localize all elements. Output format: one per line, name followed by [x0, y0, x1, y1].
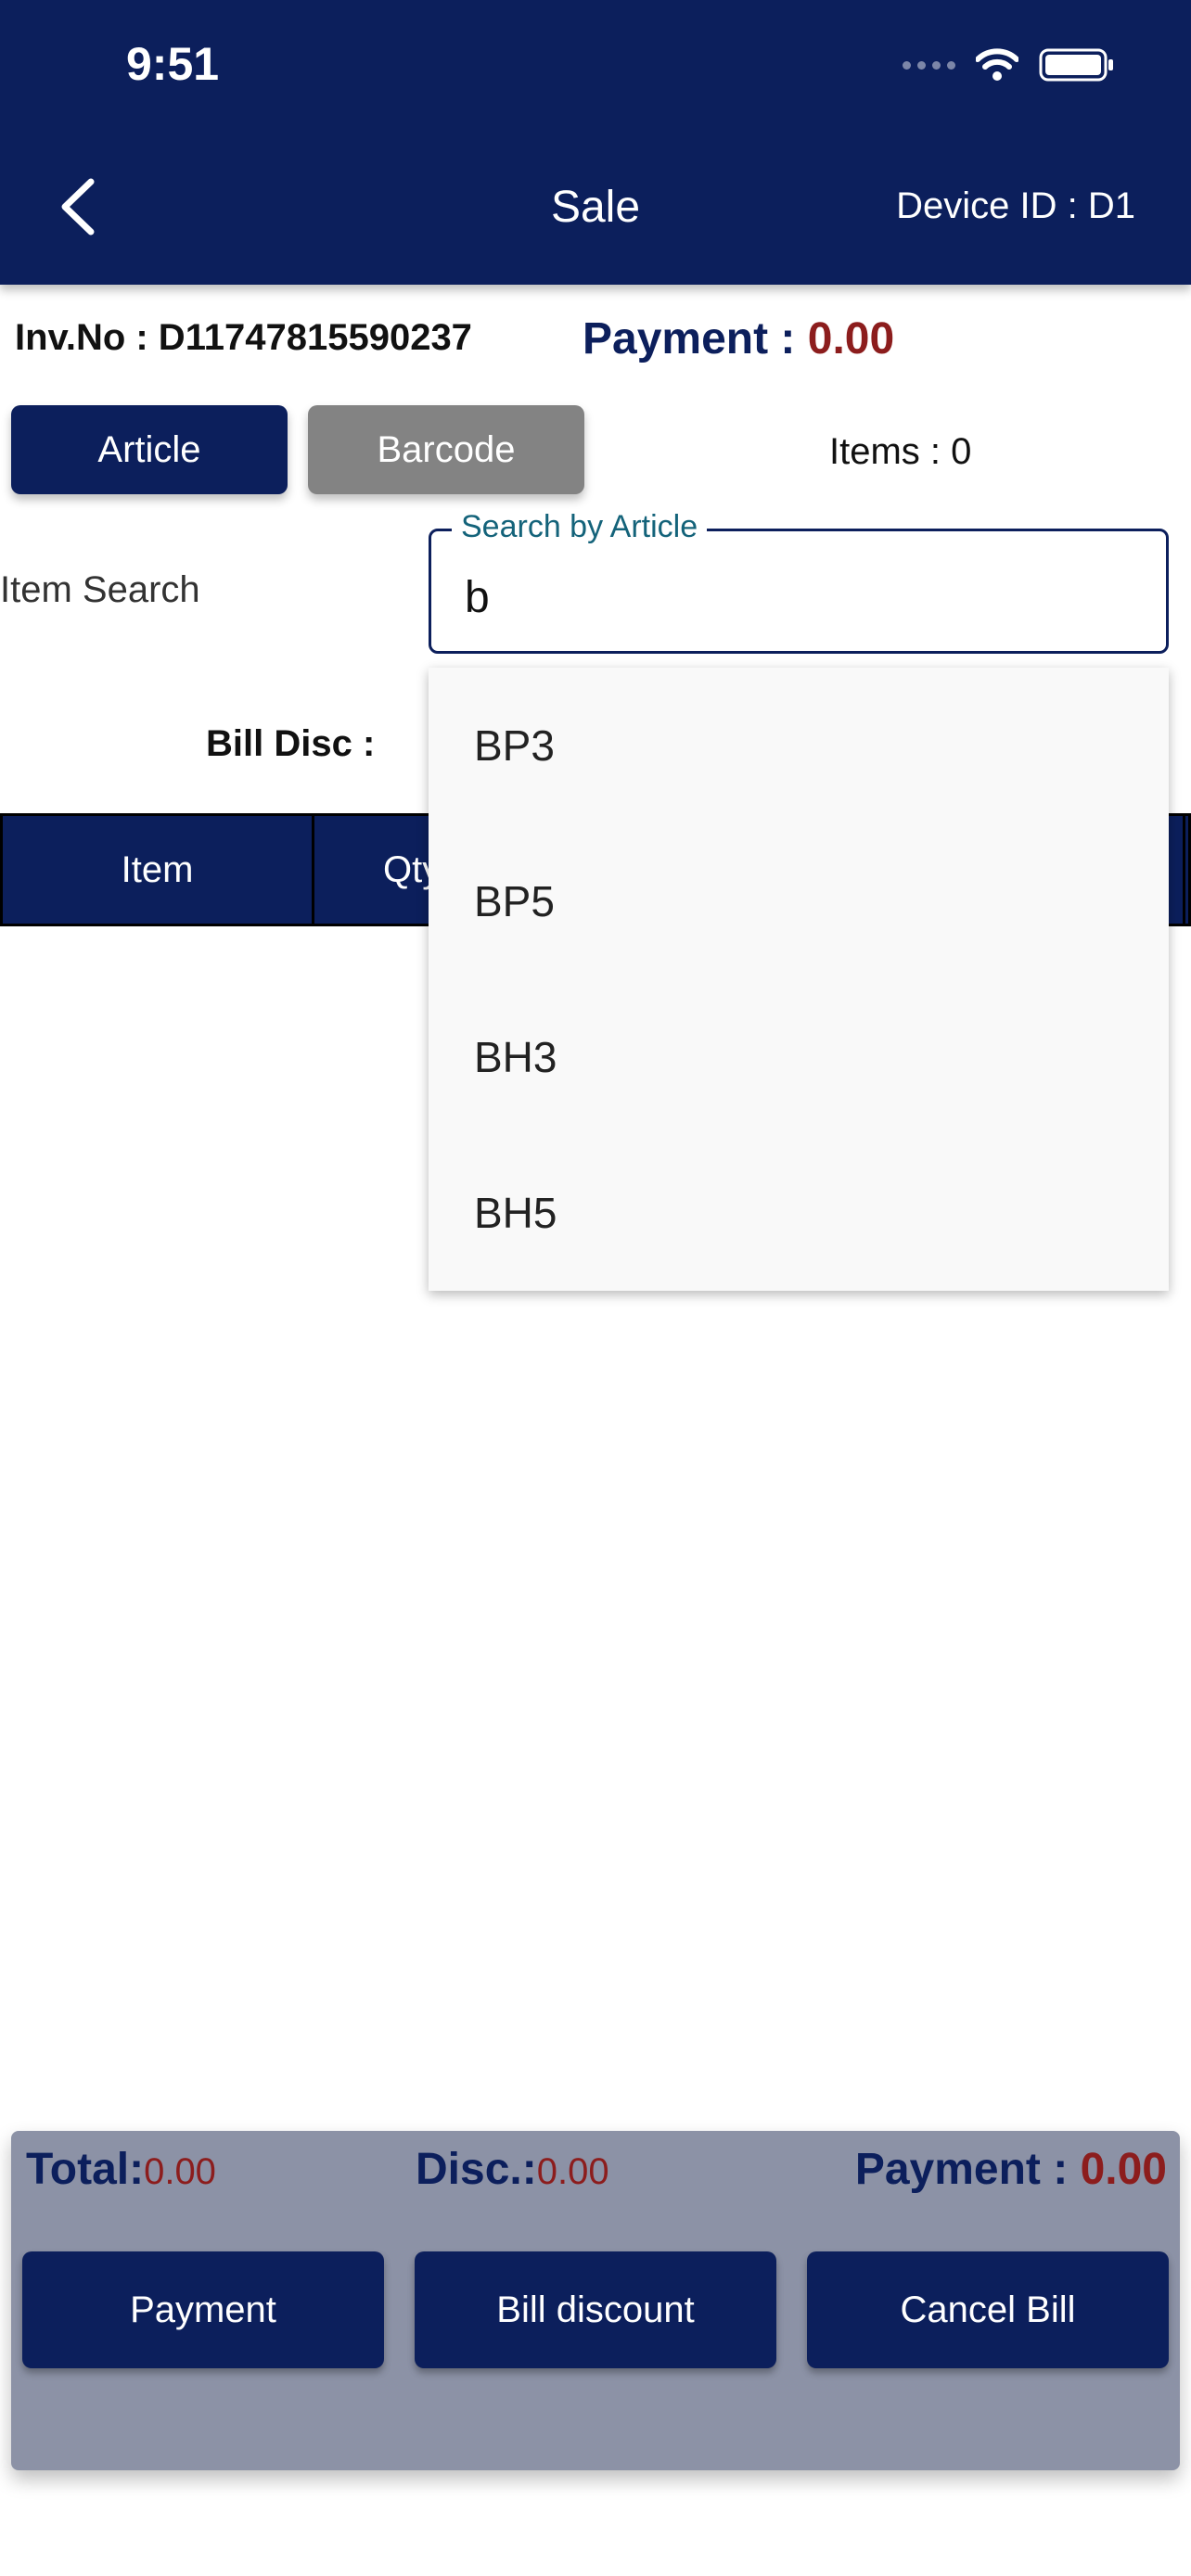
- total-label: Total:: [26, 2145, 145, 2194]
- payment-amount-header: Payment : 0.00: [583, 313, 894, 364]
- discount-label: Disc.:: [416, 2145, 537, 2194]
- search-input-value[interactable]: b: [465, 572, 490, 623]
- bill-summary-panel: Total:0.00 Disc.:0.00 Payment : 0.00 Pay…: [11, 2131, 1180, 2470]
- barcode-mode-button[interactable]: Barcode: [308, 405, 584, 494]
- item-search-label: Item Search: [0, 569, 200, 610]
- items-count: Items : 0: [829, 431, 972, 472]
- suggestion-item[interactable]: BH3: [429, 979, 1169, 1135]
- footer-payment-label: Payment :: [854, 2145, 1081, 2194]
- search-by-article-input[interactable]: Search by Article b: [429, 509, 1169, 654]
- wifi-icon: [976, 48, 1018, 81]
- bill-discount-button[interactable]: Bill discount: [415, 2251, 776, 2368]
- battery-icon: [1039, 48, 1113, 82]
- cancel-bill-button[interactable]: Cancel Bill: [807, 2251, 1169, 2368]
- suggestion-item[interactable]: BH5: [429, 1135, 1169, 1291]
- suggestion-item[interactable]: BP5: [429, 823, 1169, 979]
- total-summary: Total:0.00: [26, 2144, 216, 2195]
- device-id: Device ID : D1: [896, 185, 1135, 226]
- footer-payment-value: 0.00: [1080, 2145, 1167, 2194]
- column-header-item: Item: [3, 816, 314, 924]
- payment-value: 0.00: [807, 314, 895, 363]
- invoice-number: Inv.No : D11747815590237: [15, 317, 472, 358]
- article-suggestions-dropdown: BP3 BP5 BH3 BH5: [429, 668, 1169, 1291]
- payment-label: Payment :: [583, 314, 808, 363]
- discount-value: 0.00: [536, 2151, 609, 2192]
- payment-summary: Payment : 0.00: [855, 2144, 1167, 2195]
- column-divider: [1183, 816, 1185, 924]
- discount-summary: Disc.:0.00: [416, 2144, 609, 2195]
- article-mode-button[interactable]: Article: [11, 405, 288, 494]
- cellular-signal-icon: [903, 60, 955, 70]
- search-field-label: Search by Article: [452, 509, 708, 545]
- navigation-bar: 9:51 Sale Device ID : D1: [0, 0, 1191, 285]
- status-time: 9:51: [126, 38, 220, 90]
- suggestion-item[interactable]: BP3: [429, 668, 1169, 823]
- status-icons: [903, 46, 1115, 83]
- total-value: 0.00: [144, 2151, 216, 2192]
- payment-button[interactable]: Payment: [22, 2251, 384, 2368]
- bill-disc-label: Bill Disc :: [206, 723, 376, 764]
